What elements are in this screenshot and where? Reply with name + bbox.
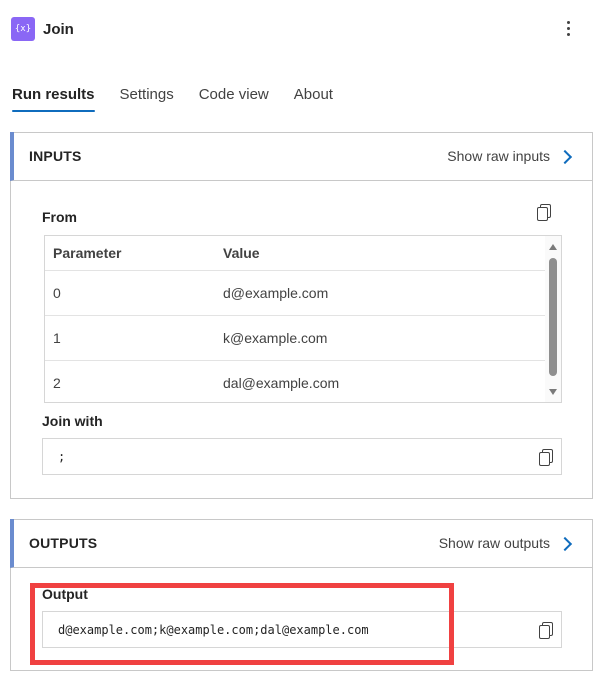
tab-bar: Run results Settings Code view About: [12, 86, 358, 112]
from-label: From: [42, 209, 77, 225]
chevron-right-icon: [557, 149, 573, 164]
join-with-field: ;: [42, 438, 562, 475]
inputs-heading: INPUTS: [29, 148, 82, 164]
inputs-card-header[interactable]: INPUTS Show raw inputs: [10, 132, 592, 181]
output-value: d@example.com;k@example.com;dal@example.…: [58, 623, 369, 637]
copy-join-icon[interactable]: [539, 449, 553, 466]
outputs-card-header[interactable]: OUTPUTS Show raw outputs: [10, 519, 592, 568]
copy-from-icon[interactable]: [537, 204, 551, 221]
cell-parameter: 2: [45, 360, 223, 402]
cell-parameter: 0: [45, 270, 223, 316]
show-raw-outputs-link[interactable]: Show raw outputs: [438, 535, 573, 551]
action-title: Join: [43, 21, 74, 38]
cell-value: k@example.com: [223, 315, 545, 361]
cell-value: d@example.com: [223, 270, 545, 316]
table-row: 1 k@example.com: [45, 315, 545, 361]
outputs-card: OUTPUTS Show raw outputs: [10, 519, 593, 671]
table-header-row: Parameter Value: [45, 236, 545, 271]
more-vertical-icon[interactable]: [561, 17, 575, 39]
show-raw-outputs-label: Show raw outputs: [438, 535, 550, 551]
table-row: 0 d@example.com: [45, 270, 545, 316]
scroll-down-icon[interactable]: [549, 389, 557, 395]
copy-output-icon[interactable]: [539, 622, 553, 639]
show-raw-inputs-label: Show raw inputs: [447, 148, 550, 164]
tab-about[interactable]: About: [294, 86, 333, 112]
cell-value: dal@example.com: [223, 360, 545, 402]
join-with-label: Join with: [42, 413, 103, 429]
scroll-thumb[interactable]: [549, 258, 557, 376]
cell-parameter: 1: [45, 315, 223, 361]
table-row: 2 dal@example.com: [45, 360, 545, 402]
from-table: Parameter Value 0 d@example.com 1 k@exam…: [44, 235, 562, 403]
tab-code-view[interactable]: Code view: [199, 86, 269, 112]
output-field: d@example.com;k@example.com;dal@example.…: [42, 611, 562, 648]
column-header-value: Value: [223, 236, 545, 271]
tab-settings[interactable]: Settings: [120, 86, 174, 112]
outputs-heading: OUTPUTS: [29, 535, 98, 551]
join-with-value: ;: [58, 450, 66, 464]
show-raw-inputs-link[interactable]: Show raw inputs: [447, 148, 573, 164]
output-label: Output: [42, 586, 88, 602]
chevron-right-icon: [557, 536, 573, 551]
scroll-up-icon[interactable]: [549, 244, 557, 250]
table-scrollbar[interactable]: [545, 236, 561, 402]
tab-run-results[interactable]: Run results: [12, 86, 95, 112]
join-action-icon: {x}: [11, 17, 35, 41]
column-header-parameter: Parameter: [45, 236, 223, 271]
